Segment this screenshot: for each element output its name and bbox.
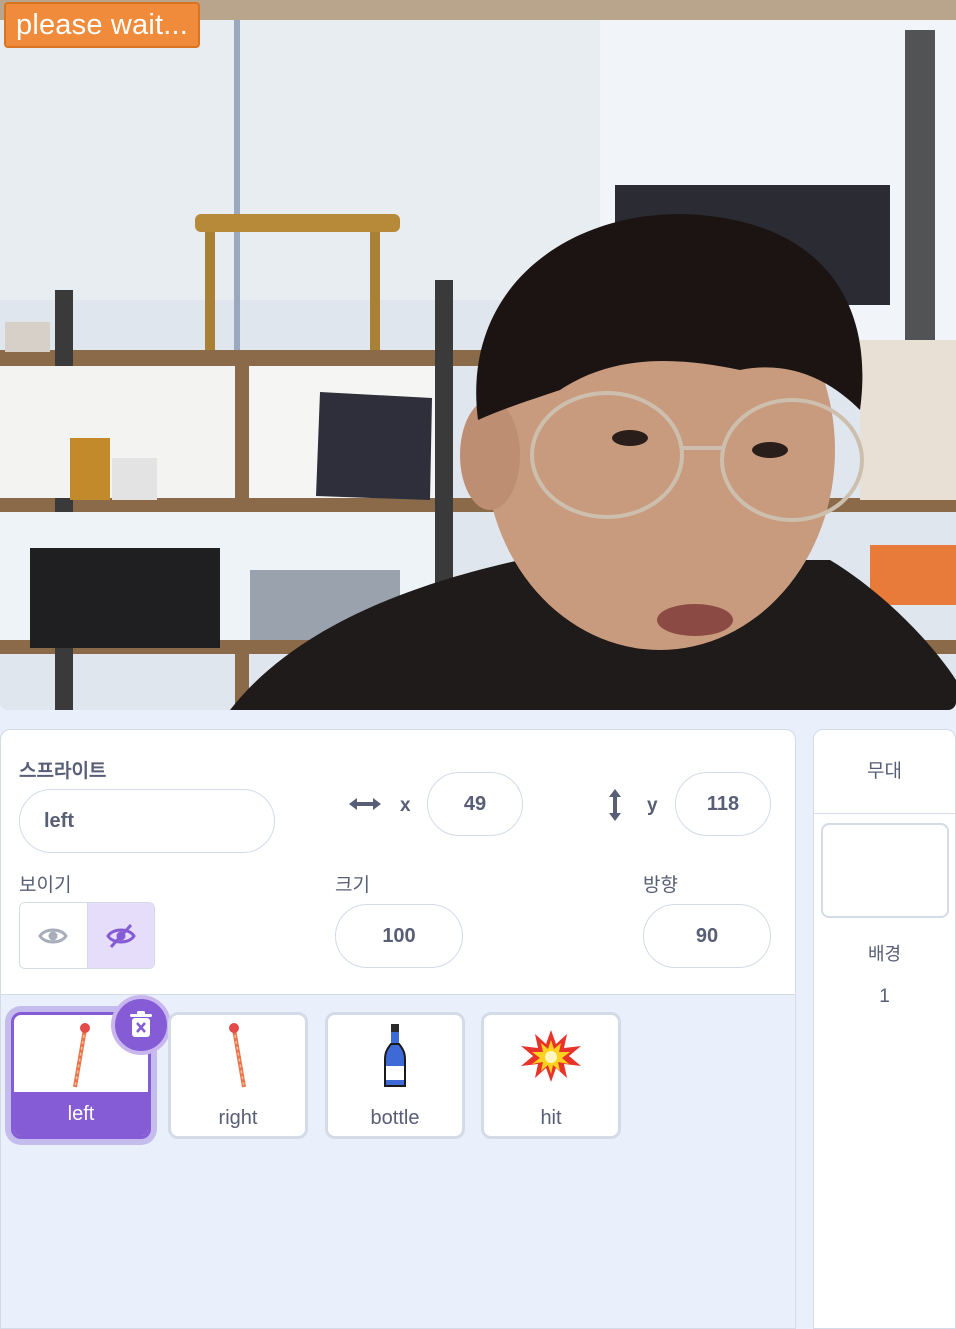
sprite-pane: 스프라이트 left x 49 y 118 보이기 크기 100 방향 90 l… <box>0 729 796 1329</box>
sprite-tile-bottle[interactable]: bottle <box>325 1012 465 1139</box>
stage-target-pane[interactable]: 무대 배경 1 <box>813 729 956 1329</box>
direction-label: 방향 <box>643 875 678 896</box>
status-badge: please wait... <box>4 2 201 48</box>
vertical-arrows-icon <box>609 789 621 821</box>
x-label: x <box>400 795 411 816</box>
y-input[interactable]: 118 <box>675 772 771 836</box>
sprite-name: bottle <box>370 1107 420 1129</box>
sprite-label: 스프라이트 <box>19 761 107 782</box>
sprite-tile-hit[interactable]: hit <box>481 1012 621 1139</box>
bottle-icon <box>384 1024 406 1087</box>
explosion-icon <box>521 1030 581 1082</box>
y-label: y <box>647 795 658 816</box>
stage-thumbnail[interactable] <box>821 823 949 918</box>
sprite-tile-right[interactable]: right <box>168 1012 308 1139</box>
sprite-info-panel: 스프라이트 left x 49 y 118 보이기 크기 100 방향 90 <box>1 730 795 995</box>
horizontal-arrows-icon <box>349 798 381 810</box>
stage-title: 무대 <box>814 730 955 814</box>
size-label: 크기 <box>335 875 370 896</box>
x-input[interactable]: 49 <box>427 772 523 836</box>
eye-slash-icon <box>105 923 136 948</box>
direction-input[interactable]: 90 <box>643 904 771 968</box>
eye-icon <box>38 928 69 943</box>
delete-sprite-button[interactable] <box>111 995 171 1055</box>
visibility-toggle <box>19 902 155 969</box>
sprite-name-input[interactable]: left <box>19 789 275 853</box>
backdrops-label: 배경 <box>867 944 902 964</box>
show-button[interactable] <box>20 903 87 968</box>
stick-icon <box>73 1023 90 1088</box>
hide-button[interactable] <box>86 903 154 968</box>
sprite-name: hit <box>540 1107 562 1129</box>
backdrops-count: 1 <box>879 986 890 1007</box>
trash-icon <box>130 1011 152 1037</box>
size-input[interactable]: 100 <box>335 904 463 968</box>
stage-canvas[interactable]: please wait... <box>0 0 956 710</box>
sprite-name: right <box>218 1107 258 1129</box>
show-label: 보이기 <box>19 875 72 896</box>
stick-icon <box>229 1023 246 1088</box>
sprite-name: left <box>67 1103 95 1125</box>
webcam-image <box>0 0 956 710</box>
